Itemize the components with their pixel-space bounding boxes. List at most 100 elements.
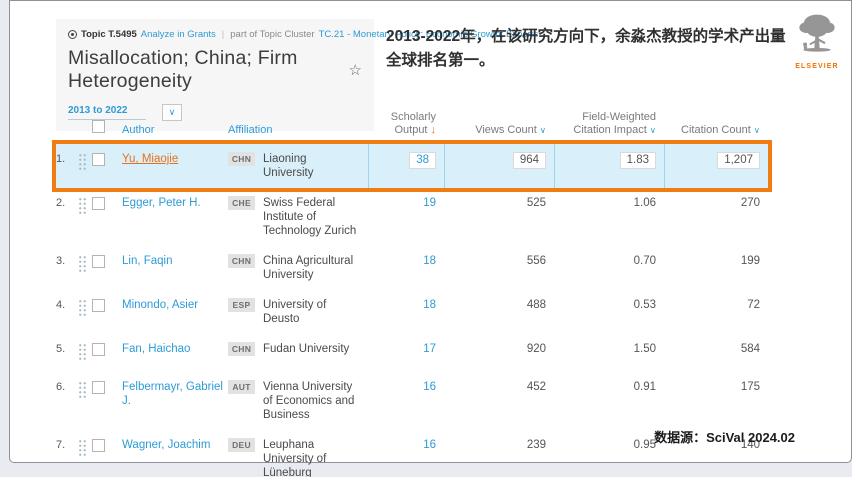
citation-count-value: 270	[664, 188, 768, 246]
row-checkbox[interactable]	[92, 299, 105, 312]
table-row: 3. Lin, Faqin CHN China Agricultural Uni…	[56, 246, 768, 290]
author-link[interactable]: Minondo, Asier	[122, 299, 198, 311]
affiliation-text: China Agricultural University	[263, 254, 358, 282]
drag-handle-icon[interactable]	[78, 246, 92, 290]
row-rank: 6.	[56, 372, 78, 430]
sort-desc-icon: ↓	[431, 124, 437, 136]
scholarly-output-value: 18	[368, 246, 444, 290]
slide: Topic T.5495 Analyze in Grants | part of…	[9, 0, 852, 463]
meta-divider: |	[222, 29, 224, 40]
affiliation-text: Liaoning University	[263, 152, 358, 180]
scholarly-output-value: 16	[368, 372, 444, 430]
row-checkbox[interactable]	[92, 439, 105, 452]
row-checkbox[interactable]	[92, 197, 105, 210]
country-badge: CHE	[228, 196, 255, 210]
annotation-text: 2013-2022年，在该研究方向下，余淼杰教授的学术产出量全球排名第一。	[386, 25, 788, 73]
drag-handle-icon[interactable]	[78, 334, 92, 372]
fwci-value: 0.70	[554, 246, 664, 290]
chevron-down-icon: ∨	[754, 125, 760, 135]
table-row: 6. Felbermayr, Gabriel J. AUT Vienna Uni…	[56, 372, 768, 430]
views-count-value: 488	[444, 290, 554, 334]
row-checkbox[interactable]	[92, 255, 105, 268]
author-link[interactable]: Lin, Faqin	[122, 255, 173, 267]
scholarly-output-value: 19	[368, 188, 444, 246]
page-title: Misallocation; China; Firm Heterogeneity	[68, 47, 340, 93]
fwci-value: 0.53	[554, 290, 664, 334]
column-header-fwci[interactable]: Field-Weighted Citation Impact∨	[554, 111, 664, 137]
country-badge: AUT	[228, 380, 255, 394]
views-count-value: 525	[444, 188, 554, 246]
drag-handle-icon[interactable]	[78, 290, 92, 334]
row-rank: 3.	[56, 246, 78, 290]
column-header-affiliation[interactable]: Affiliation	[228, 124, 368, 137]
affiliation-text: Vienna University of Economics and Busin…	[263, 380, 358, 422]
drag-handle-icon[interactable]	[78, 144, 92, 188]
row-rank: 5.	[56, 334, 78, 372]
country-badge: CHN	[228, 254, 255, 268]
author-link[interactable]: Felbermayr, Gabriel J.	[122, 381, 223, 407]
topic-meta: Topic T.5495 Analyze in Grants | part of…	[68, 29, 362, 40]
scholarly-output-value: 17	[368, 334, 444, 372]
row-checkbox[interactable]	[92, 343, 105, 356]
country-badge: CHN	[228, 342, 255, 356]
favorite-star-icon[interactable]: ☆	[349, 61, 362, 79]
citation-count-value: 175	[664, 372, 768, 430]
fwci-value: 1.83	[554, 144, 664, 188]
authors-table: Author Affiliation Scholarly Output↓ Vie…	[56, 111, 768, 477]
country-badge: ESP	[228, 298, 255, 312]
column-header-citation-count[interactable]: Citation Count∨	[664, 124, 768, 137]
row-checkbox[interactable]	[92, 153, 105, 166]
views-count-value: 964	[444, 144, 554, 188]
drag-handle-icon[interactable]	[78, 430, 92, 477]
chevron-down-icon: ∨	[540, 125, 546, 135]
author-link[interactable]: Egger, Peter H.	[122, 197, 201, 209]
author-link[interactable]: Fan, Haichao	[122, 343, 190, 355]
citation-count-value: 72	[664, 290, 768, 334]
column-header-author[interactable]: Author	[122, 124, 228, 137]
select-all-checkbox[interactable]	[92, 120, 105, 133]
analyze-in-grants-link[interactable]: Analyze in Grants	[141, 29, 216, 40]
fwci-value: 0.91	[554, 372, 664, 430]
row-rank: 4.	[56, 290, 78, 334]
row-rank: 2.	[56, 188, 78, 246]
affiliation-text: Swiss Federal Institute of Technology Zu…	[263, 196, 358, 238]
topic-icon	[68, 30, 77, 39]
row-checkbox[interactable]	[92, 381, 105, 394]
table-header-row: Author Affiliation Scholarly Output↓ Vie…	[56, 111, 768, 144]
table-row: 4. Minondo, Asier ESP University of Deus…	[56, 290, 768, 334]
author-link[interactable]: Wagner, Joachim	[122, 439, 210, 451]
affiliation-text: University of Deusto	[263, 298, 358, 326]
table-row: 5. Fan, Haichao CHN Fudan University 17 …	[56, 334, 768, 372]
chevron-down-icon: ∨	[650, 125, 656, 135]
table-row: 1. Yu, Miaojie CHN Liaoning University 3…	[56, 144, 768, 188]
elsevier-logo: ELSEVIER	[790, 11, 844, 70]
citation-count-value: 1,207	[664, 144, 768, 188]
row-rank: 7.	[56, 430, 78, 477]
elsevier-tree-icon	[794, 11, 840, 58]
drag-handle-icon[interactable]	[78, 372, 92, 430]
fwci-value: 1.06	[554, 188, 664, 246]
row-rank: 1.	[56, 144, 78, 188]
table-row: 2. Egger, Peter H. CHE Swiss Federal Ins…	[56, 188, 768, 246]
views-count-value: 556	[444, 246, 554, 290]
affiliation-text: Fudan University	[263, 342, 349, 364]
views-count-value: 452	[444, 372, 554, 430]
column-header-scholarly-output[interactable]: Scholarly Output↓	[368, 111, 444, 137]
fwci-value: 0.95	[554, 430, 664, 477]
scholarly-output-value: 38	[368, 144, 444, 188]
citation-count-value: 584	[664, 334, 768, 372]
drag-handle-icon[interactable]	[78, 188, 92, 246]
scholarly-output-value: 16	[368, 430, 444, 477]
country-badge: DEU	[228, 438, 255, 452]
fwci-value: 1.50	[554, 334, 664, 372]
citation-count-value: 199	[664, 246, 768, 290]
country-badge: CHN	[228, 152, 255, 166]
views-count-value: 920	[444, 334, 554, 372]
cluster-prefix: part of Topic Cluster	[230, 29, 314, 40]
author-link[interactable]: Yu, Miaojie	[122, 153, 178, 165]
column-header-views-count[interactable]: Views Count∨	[444, 124, 554, 137]
affiliation-text: Leuphana University of Lüneburg	[263, 438, 358, 477]
topic-label: Topic T.5495	[81, 29, 137, 40]
data-source-note: 数据源：SciVal 2024.02	[654, 427, 795, 446]
elsevier-brand-text: ELSEVIER	[790, 63, 844, 70]
